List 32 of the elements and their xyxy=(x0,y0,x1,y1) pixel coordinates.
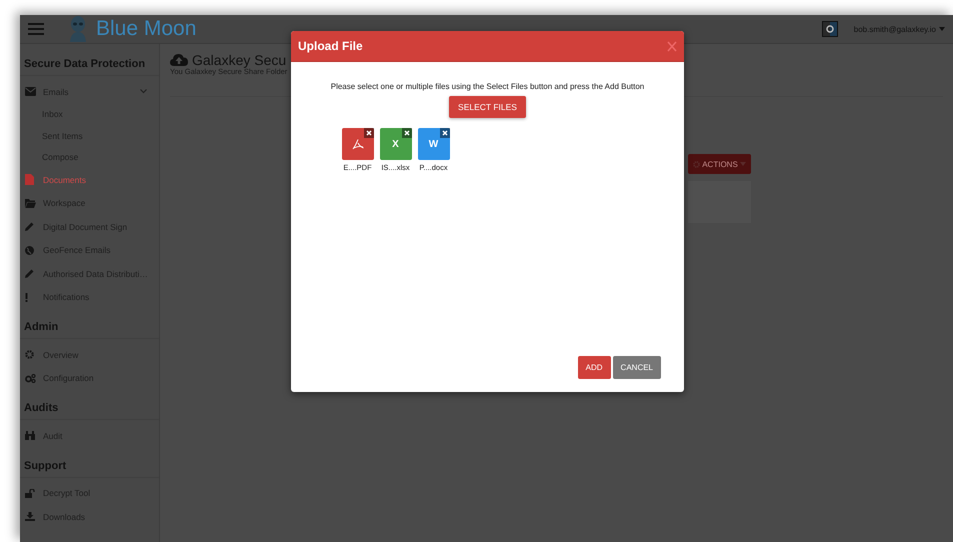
alien-logo-icon xyxy=(68,16,88,42)
caret-icon xyxy=(939,27,945,31)
unlock-icon xyxy=(25,488,35,498)
select-files-button[interactable]: SELECT FILES xyxy=(449,96,526,118)
gears-icon xyxy=(25,374,36,383)
remove-icon[interactable] xyxy=(364,128,374,138)
pencil-icon xyxy=(25,269,34,278)
folder-icon xyxy=(25,198,36,208)
document-icon xyxy=(25,174,34,186)
user-avatar-icon[interactable] xyxy=(822,21,838,37)
gear-icon xyxy=(25,350,34,360)
gear-icon xyxy=(693,160,700,168)
add-button[interactable]: ADD xyxy=(578,356,611,379)
actions-button[interactable]: ACTIONS xyxy=(688,154,751,174)
pdf-icon xyxy=(352,138,364,150)
brand-name: Blue Moon xyxy=(96,17,196,41)
binoculars-icon xyxy=(25,431,35,440)
download-icon xyxy=(25,512,35,522)
exclamation-icon xyxy=(25,292,28,302)
page-title: Galaxkey Secu xyxy=(192,52,286,68)
cancel-button[interactable]: CANCEL xyxy=(612,356,661,379)
instruction-text: Please select one or multiple files using the Select Files button and press the Add Button xyxy=(330,82,644,91)
cloud-upload-icon xyxy=(170,53,188,67)
envelope-icon xyxy=(25,87,36,96)
pencil-icon xyxy=(25,222,34,232)
remove-icon[interactable] xyxy=(402,128,412,138)
sidebar-item[interactable]: Documents xyxy=(20,168,159,192)
file-type-letter: X xyxy=(392,138,399,150)
file-type-letter: W xyxy=(428,138,438,150)
dialog-title: Upload File xyxy=(298,39,364,53)
globe-icon xyxy=(25,246,34,255)
remove-icon[interactable] xyxy=(440,128,450,138)
